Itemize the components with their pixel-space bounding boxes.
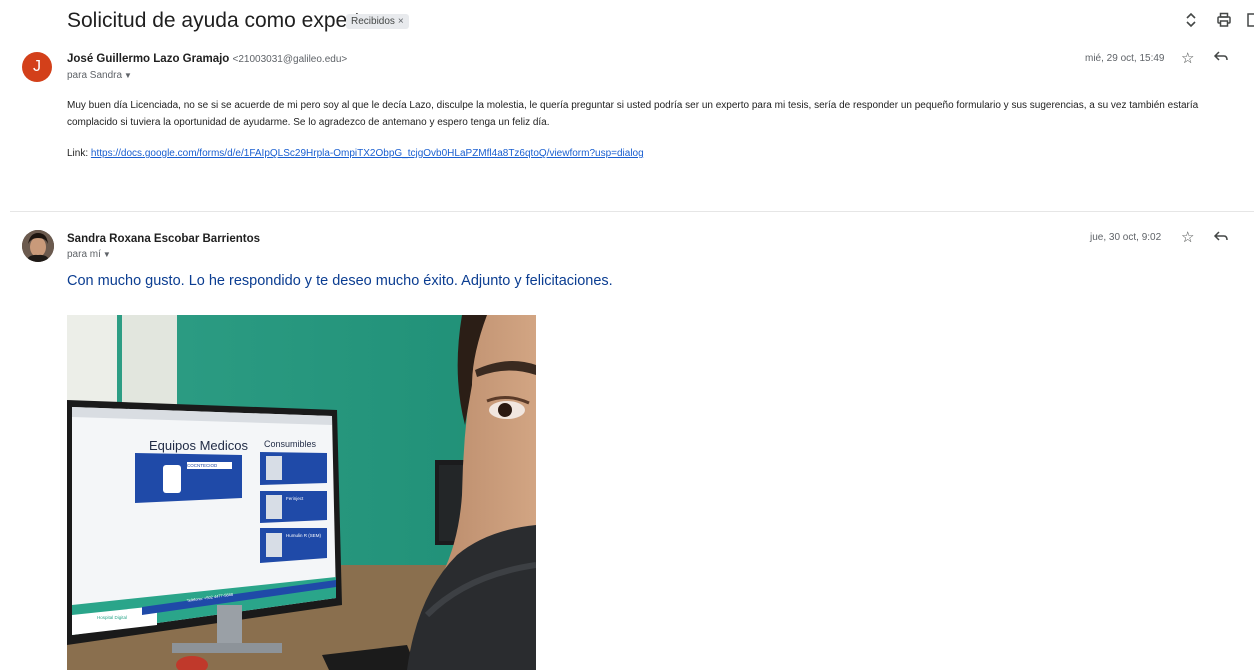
message-date: jue, 30 oct, 9:02: [1090, 232, 1162, 243]
screen-item-ferinject: Ferinject: [286, 496, 304, 501]
message-divider: [10, 211, 1254, 212]
chevron-down-icon: ▼: [102, 250, 111, 259]
sender-name[interactable]: Sandra Roxana Escobar Barrientos: [67, 233, 260, 245]
open-in-new-window-icon[interactable]: [1245, 11, 1254, 29]
star-icon[interactable]: ☆: [1181, 228, 1194, 246]
recipient-label: para Sandra: [67, 70, 123, 81]
sender-avatar[interactable]: J: [22, 52, 52, 82]
screen-logo: Hospital Digital: [97, 615, 127, 620]
attached-photo[interactable]: Equipos Medicos Consumibles COCNTECIOD F…: [67, 315, 536, 670]
star-icon[interactable]: ☆: [1181, 49, 1194, 67]
chevron-down-icon: ▼: [124, 71, 132, 80]
reply-icon[interactable]: [1213, 48, 1229, 69]
reply-icon[interactable]: [1213, 228, 1229, 249]
form-link[interactable]: https://docs.google.com/forms/d/e/1FAIpQ…: [91, 148, 644, 159]
print-icon[interactable]: [1215, 11, 1233, 29]
email-subject: Solicitud de ayuda como experto: [67, 9, 372, 32]
sender-avatar-photo[interactable]: [22, 230, 54, 262]
recipient-dropdown[interactable]: para Sandra ▼: [67, 70, 132, 81]
screen-badge: COCNTECIOD: [187, 463, 218, 468]
link-prefix: Link:: [67, 148, 91, 159]
message-body: Con mucho gusto. Lo he respondido y te d…: [67, 273, 613, 289]
screen-item-humulin: Humulin R (SEM): [286, 533, 322, 538]
screen-title-right: Consumibles: [264, 439, 317, 449]
screen-title-left: Equipos Medicos: [149, 438, 248, 453]
recipient-label: para mí: [67, 249, 101, 260]
label-chip-text: Recibidos: [351, 16, 395, 27]
sender-email: <21003031@galileo.edu>: [232, 54, 348, 65]
label-remove-button[interactable]: ×: [398, 14, 404, 29]
recipient-dropdown[interactable]: para mí ▼: [67, 249, 111, 260]
unfold-icon[interactable]: [1182, 11, 1200, 29]
sender-line: José Guillermo Lazo Gramajo <21003031@ga…: [67, 53, 347, 65]
link-line: Link: https://docs.google.com/forms/d/e/…: [67, 148, 644, 159]
label-chip-inbox[interactable]: Recibidos ×: [346, 14, 409, 29]
sender-name[interactable]: José Guillermo Lazo Gramajo: [67, 53, 229, 65]
message-body: Muy buen día Licenciada, no se si se acu…: [67, 100, 1199, 128]
message-date: mié, 29 oct, 15:49: [1085, 53, 1165, 64]
